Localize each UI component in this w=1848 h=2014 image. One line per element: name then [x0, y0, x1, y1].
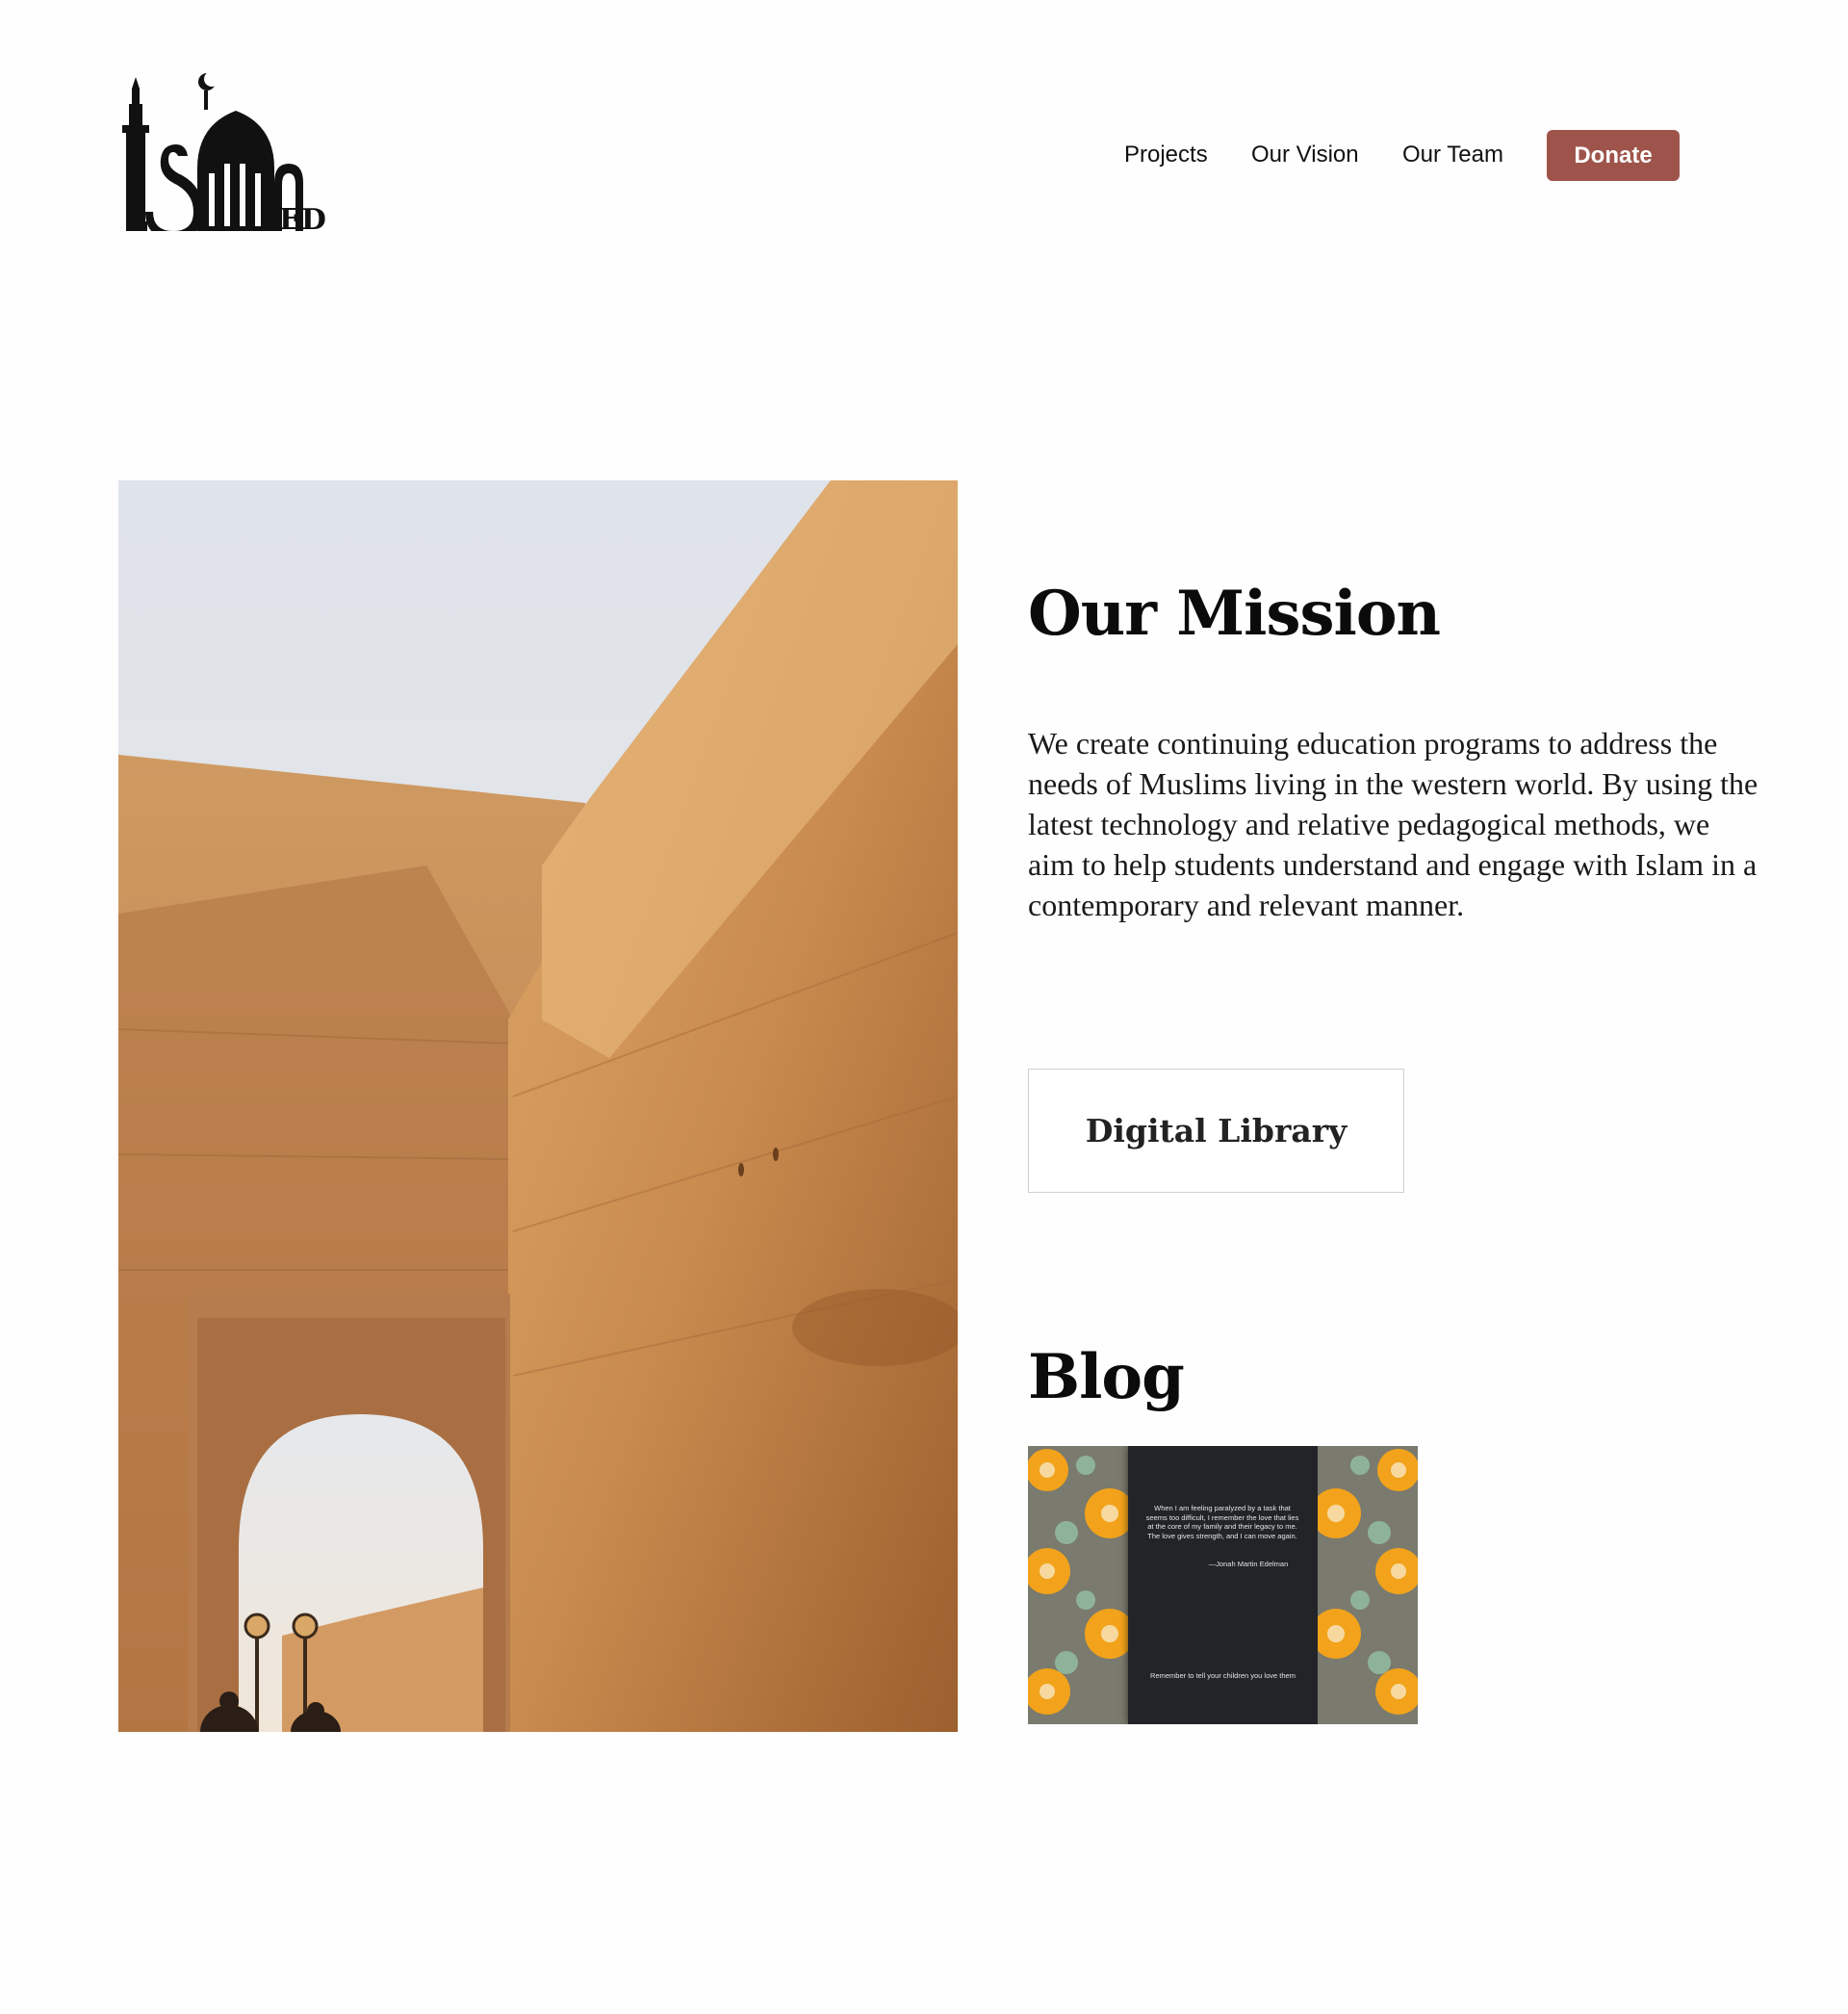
svg-text:ED: ED [279, 203, 326, 231]
mandala-pattern-icon [1318, 1446, 1418, 1724]
arched-alley-photo [118, 480, 958, 1732]
blog-card-panel: When I am feeling paralyzed by a task th… [1128, 1446, 1318, 1724]
hero-image [118, 480, 958, 1732]
mission-title: Our Mission [1028, 578, 1441, 650]
nav-team-link[interactable]: Our Team [1402, 142, 1503, 168]
nav-vision-link[interactable]: Our Vision [1251, 142, 1359, 168]
mandala-pattern-icon [1028, 1446, 1128, 1724]
mission-text: We create continuing education programs … [1028, 726, 1758, 922]
nav-projects-link[interactable]: Projects [1124, 142, 1208, 168]
donate-button[interactable]: Donate [1547, 130, 1680, 181]
blog-title: Blog [1028, 1341, 1185, 1413]
main-nav: Projects Our Vision Our Team Donate [0, 130, 1848, 182]
blog-card-quote: When I am feeling paralyzed by a task th… [1145, 1504, 1299, 1540]
blog-post-card[interactable]: When I am feeling paralyzed by a task th… [1028, 1446, 1418, 1724]
digital-library-button[interactable]: Digital Library [1028, 1069, 1404, 1193]
blog-card-caption: Remember to tell your children you love … [1150, 1671, 1296, 1680]
blog-card-author: —Jonah Martin Edelman [1208, 1560, 1289, 1568]
